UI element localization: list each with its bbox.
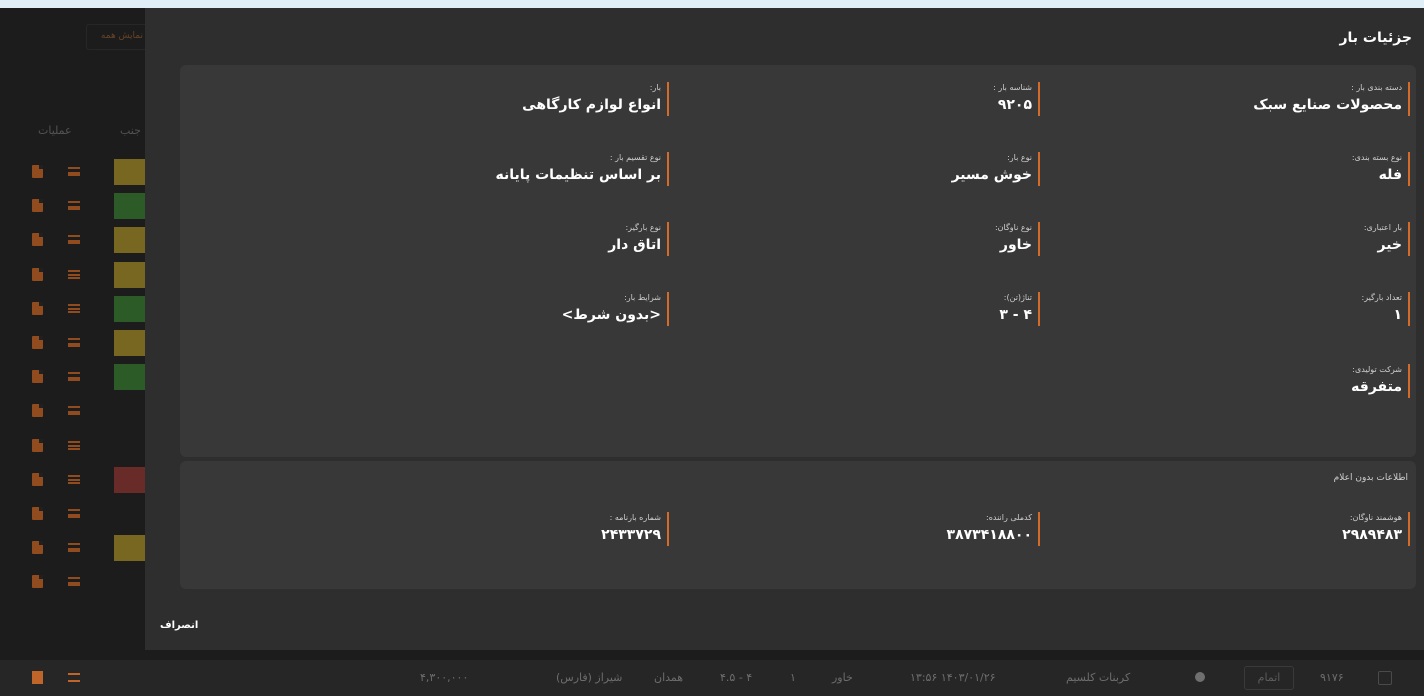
- field-label: نوع ناوگان:: [994, 223, 1032, 232]
- status-dot: [1195, 672, 1205, 682]
- field-label: نوع بارگیر:: [625, 223, 661, 232]
- cancel-button[interactable]: انصراف: [160, 620, 198, 631]
- field-value: متفرقه: [1351, 379, 1402, 395]
- field-label: بار اعتباری:: [1363, 223, 1402, 232]
- credit-field: بار اعتباری: خیر: [1364, 222, 1410, 256]
- cargo-details-modal: جزئیات بار دسته بندی بار : محصولات صنایع…: [145, 8, 1424, 650]
- destination-cell: همدان: [654, 671, 684, 684]
- modal-title: جزئیات بار: [1339, 30, 1412, 46]
- field-label: شماره بارنامه :: [609, 513, 661, 522]
- waybill-field: شماره بارنامه : ۲۴۳۳۷۲۹: [601, 512, 669, 546]
- manufacturer-field: شرکت تولیدی: متفرقه: [1351, 364, 1410, 398]
- field-value: خیر: [1377, 237, 1402, 253]
- origin-cell: شیراز (فارس): [556, 671, 623, 684]
- row-checkbox[interactable]: [1378, 671, 1392, 685]
- vehicle-cell: خاور: [832, 671, 853, 684]
- field-label: شناسه بار :: [993, 83, 1032, 92]
- unannounced-title: اطلاعات بدون اعلام: [1333, 473, 1408, 483]
- smart-fleet-field: هوشمند ناوگان: ۲۹۸۹۴۸۳: [1342, 512, 1410, 546]
- fleet-type-field: نوع ناوگان: خاور: [995, 222, 1040, 256]
- tonnage-cell: ۴ - ۴.۵: [720, 671, 753, 684]
- field-value: انواع لوازم کارگاهی: [522, 97, 661, 113]
- field-label: دسته بندی بار :: [1351, 83, 1402, 92]
- document-icon[interactable]: [32, 671, 43, 684]
- field-label: نوع تقسیم بار :: [609, 153, 661, 162]
- packaging-field: نوع بسته بندی: فله: [1352, 152, 1410, 186]
- field-label: کدملی راننده:: [986, 513, 1032, 522]
- table-row[interactable]: ۴,۳۰۰,۰۰۰ شیراز (فارس) همدان ۴ - ۴.۵ ۱ خ…: [0, 660, 1424, 696]
- field-label: شرکت تولیدی:: [1352, 365, 1402, 374]
- details-card: [180, 65, 1416, 457]
- field-value: ۹۲۰۵: [997, 97, 1032, 113]
- loader-type-field: نوع بارگیر: اتاق دار: [608, 222, 669, 256]
- field-value: فله: [1378, 167, 1402, 183]
- field-value: خوش مسیر: [951, 167, 1032, 183]
- done-button[interactable]: اتمام: [1244, 666, 1294, 690]
- field-label: هوشمند ناوگان:: [1349, 513, 1402, 522]
- cargo-id-field: شناسه بار : ۹۲۰۵: [993, 82, 1040, 116]
- field-label: نوع بسته بندی:: [1351, 153, 1402, 162]
- field-value: ۴ - ۳: [999, 307, 1032, 323]
- field-value: ۲۴۳۳۷۲۹: [601, 527, 661, 543]
- top-stripe: [0, 0, 1424, 8]
- field-value: ۳۸۷۳۴۱۸۸۰۰: [946, 527, 1032, 543]
- id-cell: ۹۱۷۶: [1320, 671, 1344, 684]
- cargo-type-field: نوع بار: خوش مسیر: [952, 152, 1040, 186]
- field-value: محصولات صنایع سبک: [1253, 97, 1402, 113]
- field-label: نوع بار:: [1007, 153, 1032, 162]
- loader-count-field: تعداد بارگیر: ۱: [1362, 292, 1410, 326]
- field-value: ۱: [1393, 307, 1402, 323]
- cargo-field: بار: انواع لوازم کارگاهی: [522, 82, 669, 116]
- field-value: اتاق دار: [608, 237, 661, 253]
- category-field: دسته بندی بار : محصولات صنایع سبک: [1253, 82, 1410, 116]
- field-label: تناژ(تن):: [1003, 293, 1032, 302]
- driver-id-field: کدملی راننده: ۳۸۷۳۴۱۸۸۰۰: [947, 512, 1040, 546]
- unannounced-card: [180, 461, 1416, 589]
- field-value: <بدون شرط>: [561, 307, 661, 323]
- split-type-field: نوع تقسیم بار : بر اساس تنظیمات پایانه: [495, 152, 669, 186]
- tonnage-field: تناژ(تن): ۴ - ۳: [999, 292, 1040, 326]
- product-cell: کربنات کلسیم: [1066, 671, 1131, 684]
- count-cell: ۱: [790, 671, 796, 684]
- field-label: تعداد بارگیر:: [1361, 293, 1402, 302]
- datetime-cell: ۱۴۰۳/۰۱/۲۶ ۱۳:۵۶: [910, 671, 996, 684]
- field-label: شرایط بار:: [624, 293, 661, 302]
- field-label: بار:: [649, 83, 661, 92]
- field-value: خاور: [999, 237, 1032, 253]
- list-icon[interactable]: [68, 673, 80, 682]
- field-value: بر اساس تنظیمات پایانه: [495, 167, 661, 183]
- price-cell: ۴,۳۰۰,۰۰۰: [420, 671, 469, 684]
- conditions-field: شرایط بار: <بدون شرط>: [562, 292, 669, 326]
- field-value: ۲۹۸۹۴۸۳: [1342, 527, 1402, 543]
